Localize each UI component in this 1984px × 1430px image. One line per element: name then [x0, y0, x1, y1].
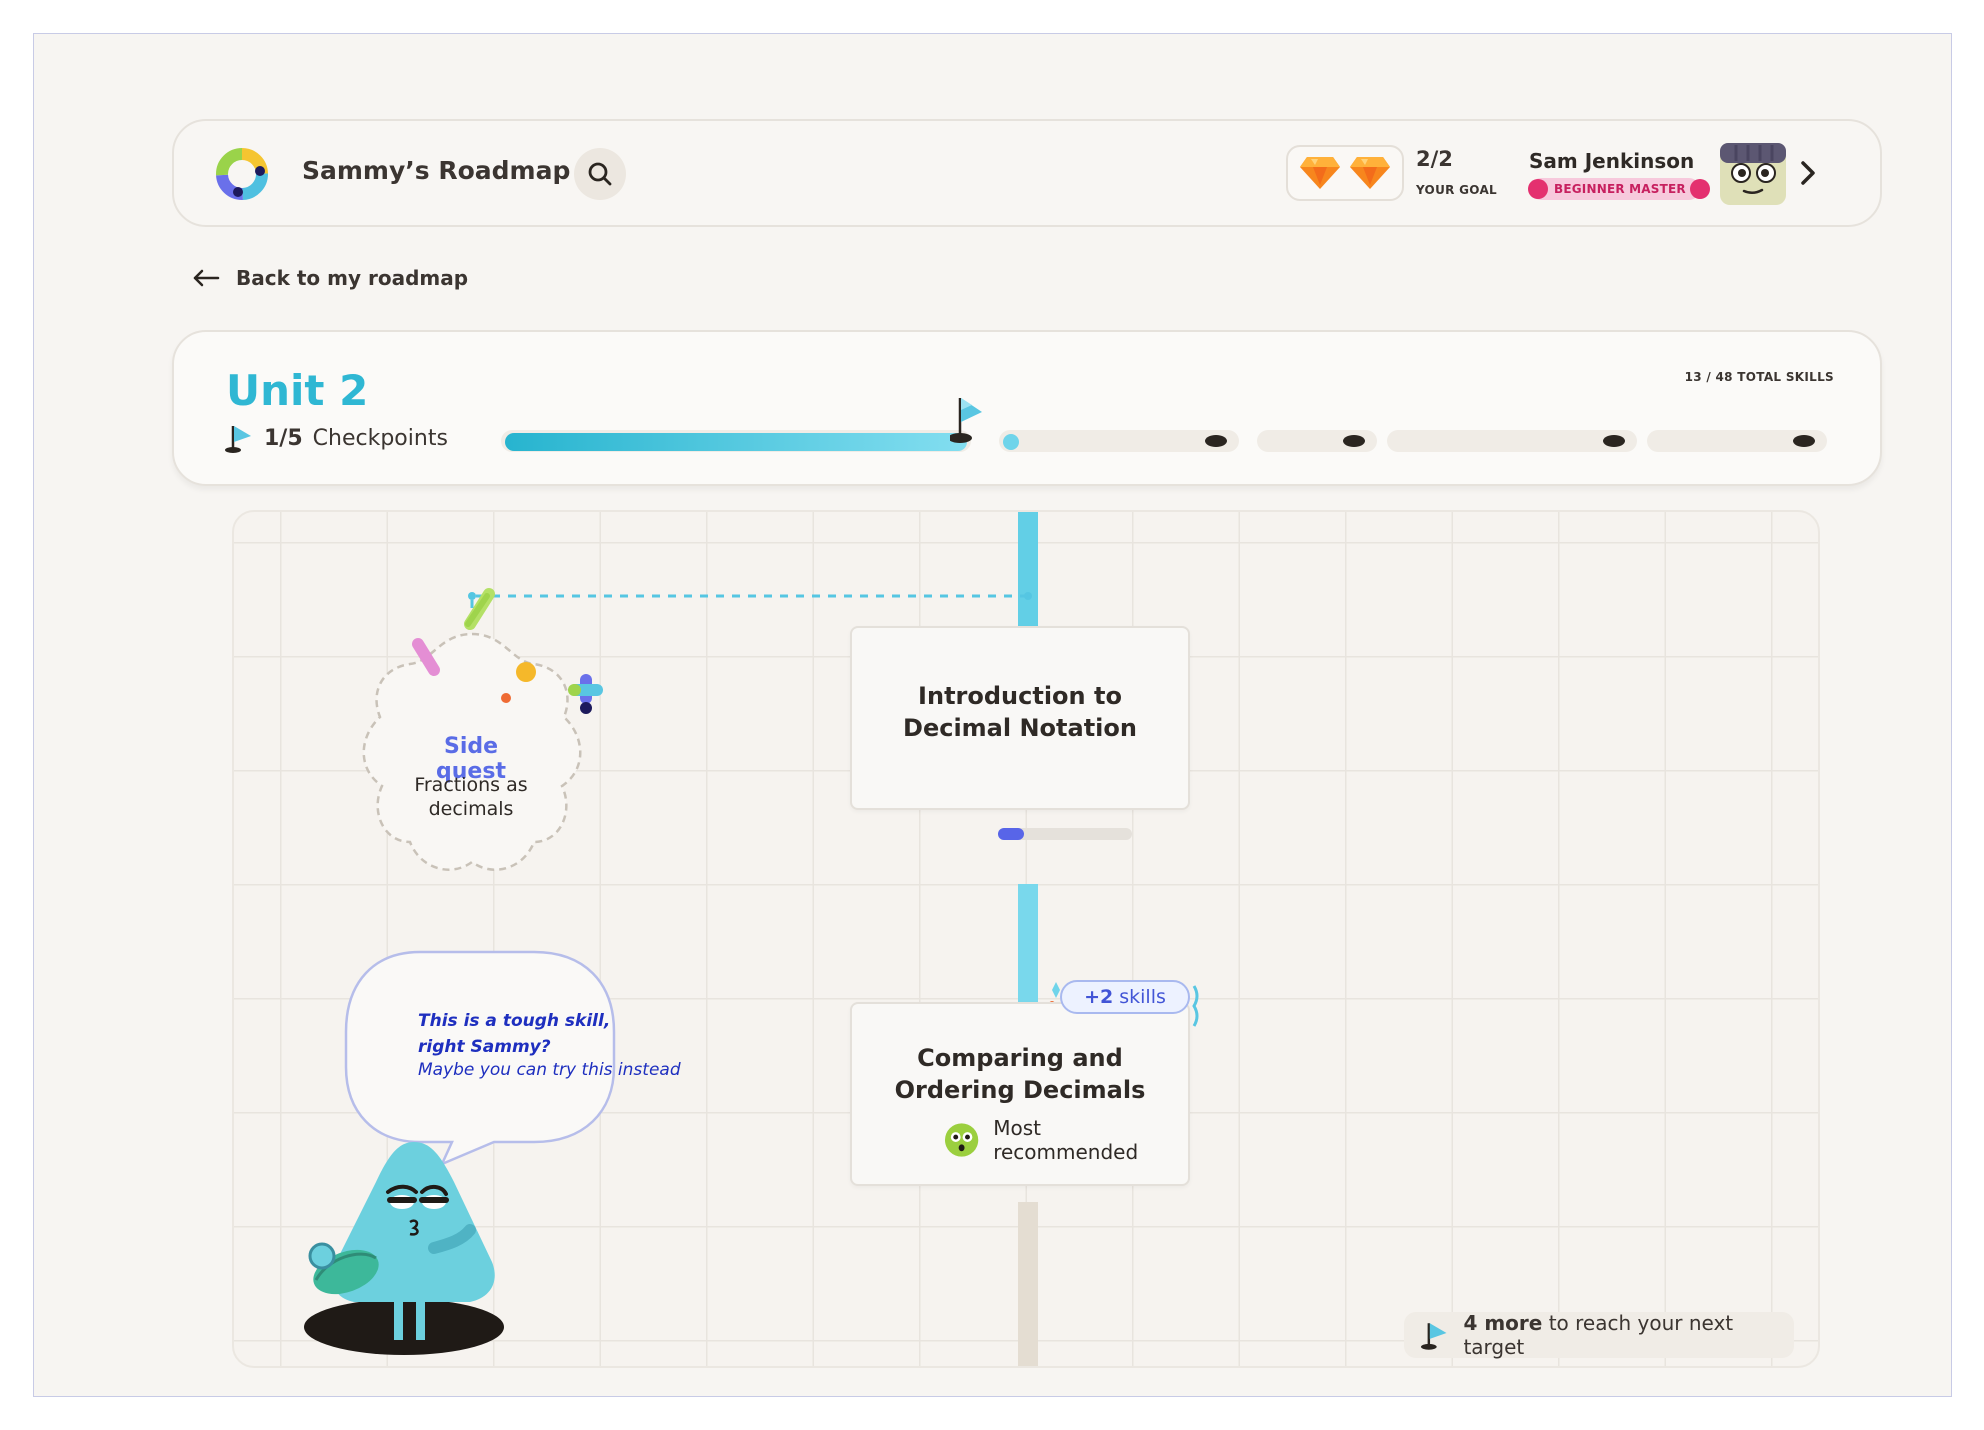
- top-bar: Sammy’s Roadmap 2/2 YOUR GOAL Sam Jenkin…: [172, 119, 1882, 227]
- flag-icon: [950, 398, 982, 443]
- skill-card-intro-decimal[interactable]: Introduction to Decimal Notation: [850, 626, 1190, 840]
- goal-label: YOUR GOAL: [1416, 183, 1497, 197]
- logo-icon[interactable]: [214, 146, 270, 202]
- skill-progress-bar: [998, 828, 1132, 840]
- search-button[interactable]: [574, 148, 626, 200]
- rank-badge: BEGINNER MASTER: [1528, 178, 1710, 200]
- current-position-dot: [1003, 434, 1019, 450]
- extra-skills-label: skills: [1119, 986, 1166, 1008]
- checkpoints-summary: 1/5 Checkpoints: [224, 422, 448, 454]
- app-title: Sammy’s Roadmap: [302, 156, 571, 185]
- rank-badge-label: BEGINNER MASTER: [1554, 182, 1686, 196]
- checkpoints-count: 1/5: [264, 425, 303, 451]
- app-frame: Sammy’s Roadmap 2/2 YOUR GOAL Sam Jenkin…: [33, 33, 1952, 1397]
- checkpoint-hole-icon: [1343, 435, 1365, 447]
- search-icon: [588, 162, 612, 186]
- mascot: [304, 1142, 504, 1355]
- checkpoint-segment: [1387, 430, 1637, 452]
- next-target-text: 4 more to reach your next target: [1463, 1311, 1794, 1359]
- unit-title: Unit 2: [226, 366, 369, 415]
- skill-card-comparing-decimals[interactable]: Comparing and Ordering Decimals Most rec…: [850, 1002, 1190, 1186]
- back-link-label: Back to my roadmap: [236, 266, 469, 290]
- checkpoints-label: Checkpoints: [312, 425, 448, 451]
- recommend-face-icon: [944, 1123, 979, 1157]
- skill-map-board: Side quest Fractions as decimals Introdu…: [232, 510, 1820, 1368]
- badge-dot-icon: [1689, 179, 1710, 199]
- chevron-right-icon[interactable]: [1799, 159, 1817, 187]
- side-quest-subtitle: Fractions as decimals: [414, 774, 528, 820]
- avatar[interactable]: [1718, 139, 1788, 207]
- checkpoint-hole-icon: [1793, 435, 1815, 447]
- user-name: Sam Jenkinson: [1529, 149, 1695, 173]
- checkpoint-segment: [999, 430, 1239, 452]
- recommendation-label: Most recommended: [993, 1116, 1139, 1164]
- unit-progress-card: Unit 2 1/5 Checkpoints 13 / 48 TOTAL SKI…: [172, 330, 1882, 486]
- checkpoint-hole-icon: [1603, 435, 1625, 447]
- skill-progress-fill: [998, 828, 1024, 840]
- gem-icon: [1300, 157, 1340, 189]
- gems-display: [1286, 145, 1404, 201]
- checkpoint-segment: [1257, 430, 1377, 452]
- badge-dot-icon: [1528, 179, 1548, 199]
- extra-skills-count: +2: [1084, 986, 1114, 1008]
- recommendation-badge: Most recommended: [944, 1116, 1188, 1164]
- goal-count: 2/2: [1416, 147, 1453, 171]
- total-skills: 13 / 48 TOTAL SKILLS: [1684, 370, 1834, 384]
- back-to-roadmap-link[interactable]: Back to my roadmap: [192, 266, 468, 290]
- flag-icon: [1420, 1323, 1447, 1350]
- checkpoint-hole-icon: [1205, 435, 1227, 447]
- next-target-count: 4 more: [1463, 1311, 1543, 1335]
- speech-line-1: This is a tough skill, right Sammy?: [418, 1011, 611, 1057]
- next-target-pill: 4 more to reach your next target: [1404, 1311, 1794, 1359]
- checkpoint-segment: [1647, 430, 1827, 452]
- speech-line-2: Maybe you can try this instead: [418, 1060, 681, 1080]
- unit-progress-fill: [505, 433, 967, 451]
- skill-card-title: Comparing and Ordering Decimals: [894, 1044, 1146, 1104]
- extra-skills-pill[interactable]: +2 skills: [1060, 980, 1190, 1014]
- flag-icon: [225, 426, 251, 453]
- arrow-left-icon: [193, 269, 220, 287]
- skill-card-title: Introduction to Decimal Notation: [903, 682, 1137, 742]
- gem-icon: [1350, 157, 1390, 189]
